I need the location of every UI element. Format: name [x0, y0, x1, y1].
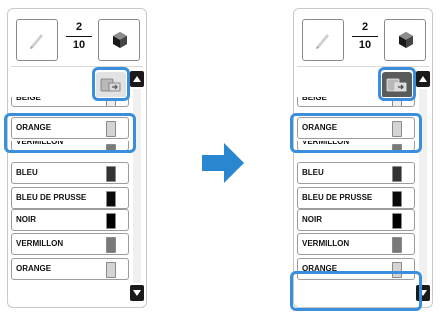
thread-row[interactable]: VERMILLON: [297, 233, 415, 255]
thread-name: VERMILLON: [16, 239, 64, 248]
thread-spool-icon: [392, 191, 402, 207]
thread-name: BLEU: [16, 168, 38, 177]
thread-spool-icon: [106, 100, 116, 106]
thread-name: BLEU DE PRUSSE: [16, 193, 87, 202]
thread-name: BEIGE: [16, 97, 41, 102]
highlight-swap-button-left: [92, 67, 130, 101]
highlight-orange-row-moved: [290, 271, 422, 311]
screen-after: 2 10 BEIGE ORANGE VERMILLON BLEU BLEU DE PRU…: [293, 8, 433, 308]
cube-button[interactable]: [384, 19, 426, 61]
color-fraction: 2 10: [352, 21, 378, 52]
pen-nib-icon: [316, 34, 329, 49]
pattern-thumbnail[interactable]: [16, 19, 58, 61]
thread-name: NOIR: [16, 215, 36, 224]
thread-spool-icon: [106, 213, 116, 229]
thread-name: BEIGE: [302, 97, 327, 102]
fraction-numerator: 2: [361, 21, 369, 33]
thread-spool-icon: [106, 237, 116, 253]
highlight-orange-row-left: [4, 113, 136, 153]
thread-spool-icon: [392, 237, 402, 253]
thread-spool-icon: [392, 213, 402, 229]
thread-spool-icon: [106, 262, 116, 278]
thread-name: NOIR: [302, 215, 322, 224]
highlight-swap-button-right: [378, 67, 416, 101]
arrow-right-icon: [202, 143, 244, 183]
thread-spool-icon: [106, 166, 116, 182]
thread-spool-icon: [392, 166, 402, 182]
pen-nib-icon: [30, 34, 43, 49]
screen-before: 2 10 BEIGE ORANGE VERMILLON BLEU BLEU DE PRU…: [7, 8, 147, 308]
thread-row[interactable]: BLEU: [297, 162, 415, 184]
thread-row[interactable]: BLEU DE PRUSSE: [297, 187, 415, 209]
scroll-up-button[interactable]: [416, 71, 430, 87]
fraction-denominator: 10: [358, 39, 372, 51]
fraction-bar: [66, 36, 92, 37]
thread-row[interactable]: VERMILLON: [11, 233, 129, 255]
cube-icon: [399, 32, 413, 48]
thread-name: BLEU DE PRUSSE: [302, 193, 373, 202]
scroll-down-button[interactable]: [130, 285, 144, 301]
thread-row[interactable]: BLEU DE PRUSSE: [11, 187, 129, 209]
cube-icon: [113, 32, 127, 48]
thread-name: ORANGE: [16, 264, 52, 273]
color-fraction: 2 10: [66, 21, 92, 52]
thread-spool-icon: [392, 100, 402, 106]
pattern-thumbnail[interactable]: [302, 19, 344, 61]
highlight-orange-row-right: [290, 113, 422, 153]
thread-spool-icon: [106, 191, 116, 207]
thread-row[interactable]: NOIR: [11, 209, 129, 231]
thread-row[interactable]: BLEU: [11, 162, 129, 184]
thread-name: VERMILLON: [302, 239, 350, 248]
thread-name: BLEU: [302, 168, 324, 177]
cube-button[interactable]: [98, 19, 140, 61]
fraction-bar: [352, 36, 378, 37]
fraction-numerator: 2: [75, 21, 83, 33]
thread-row[interactable]: NOIR: [297, 209, 415, 231]
fraction-denominator: 10: [72, 39, 86, 51]
thread-row[interactable]: ORANGE: [11, 258, 129, 280]
scroll-up-button[interactable]: [130, 71, 144, 87]
